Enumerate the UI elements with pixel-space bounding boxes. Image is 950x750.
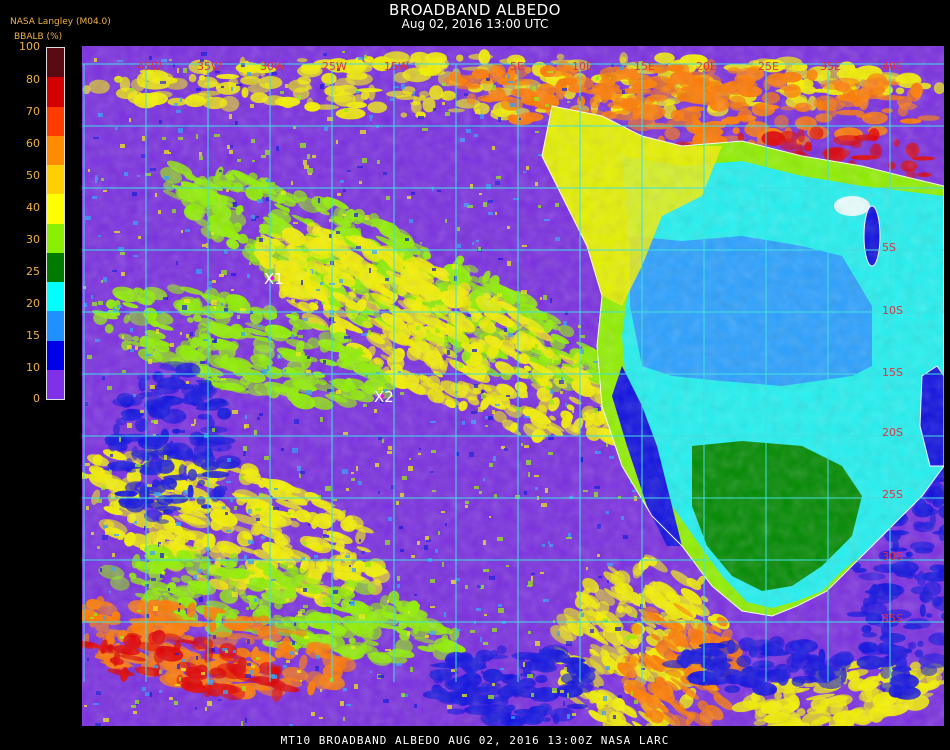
marker-label: X1 (264, 270, 284, 288)
longitude-label: 15E (634, 60, 655, 73)
scale-tick-label: 30 (26, 233, 40, 246)
latitude-label: 35S (882, 612, 903, 625)
longitude-label: 5E (510, 60, 524, 73)
scale-swatch (47, 48, 64, 78)
latitude-label: 5S (882, 241, 896, 254)
scale-tick-label: 10 (26, 361, 40, 374)
longitude-label: 25W (322, 60, 347, 73)
latitude-label: 25S (882, 488, 903, 501)
map-subtitle: Aug 02, 2016 13:00 UTC (401, 17, 549, 31)
longitude-label: 25E (758, 60, 779, 73)
scale-swatch (47, 135, 64, 165)
scale-swatch (47, 252, 64, 282)
albedo-map: 5S 10S 15S 20S 25S 30S 35S 45W 35W 30W 25W 15W 5E 10… (82, 46, 944, 726)
scale-swatch (47, 165, 64, 195)
scale-swatch (47, 282, 64, 312)
scale-tick-label: 50 (26, 169, 40, 182)
scale-swatch (47, 77, 64, 107)
longitude-label: 35W (197, 60, 222, 73)
longitude-label: 45W (137, 60, 162, 73)
scale-swatch (47, 340, 64, 370)
scale-tick-label: 60 (26, 137, 40, 150)
latitude-label: 10S (882, 304, 903, 317)
scale-tick-label: 70 (26, 105, 40, 118)
longitude-label: 20E (696, 60, 717, 73)
scale-swatch (47, 311, 64, 341)
scale-tick-label: 100 (19, 40, 40, 53)
scale-tick-label: 20 (26, 297, 40, 310)
longitude-label: 40E (882, 60, 903, 73)
scale-swatch (47, 194, 64, 224)
scale-tick-label: 25 (26, 265, 40, 278)
albedo-map-svg: 5S 10S 15S 20S 25S 30S 35S 45W 35W 30W 25W 15W 5E 10… (82, 46, 944, 726)
scale-tick-label: 0 (33, 392, 40, 405)
longitude-label: 15W (384, 60, 409, 73)
latitude-label: 30S (882, 550, 903, 563)
header: NASA Langley (M04.0) BBALB (%) BROADBAND… (0, 0, 950, 44)
scale-tick-label: 15 (26, 329, 40, 342)
scale-swatch (47, 106, 64, 136)
color-scale-bar (46, 47, 65, 400)
longitude-label: 35E (820, 60, 841, 73)
latitude-label: 20S (882, 426, 903, 439)
longitude-label: 30W (260, 60, 285, 73)
latitude-label: 15S (882, 366, 903, 379)
scale-swatch (47, 369, 64, 399)
scale-swatch (47, 223, 64, 253)
scale-tick-label: 80 (26, 73, 40, 86)
footer-caption: MT10 BROADBAND ALBEDO AUG 02, 2016 13:00… (280, 734, 670, 747)
texture-overlay (82, 46, 944, 726)
longitude-label: 10E (572, 60, 593, 73)
scale-tick-label: 40 (26, 201, 40, 214)
marker-label: X2 (374, 388, 394, 406)
